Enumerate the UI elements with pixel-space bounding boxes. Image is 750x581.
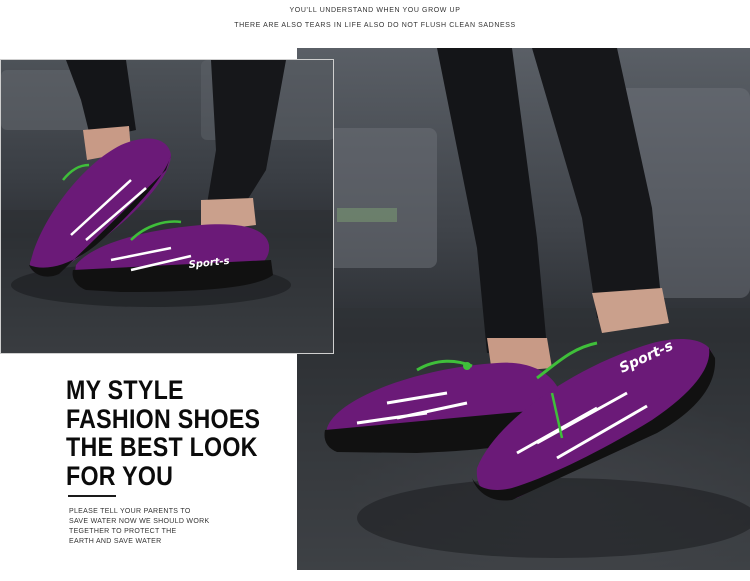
main-photo-illustration: Sport-s <box>297 48 750 570</box>
body-line: TEGETHER TO PROTECT THE <box>69 528 177 535</box>
headline-line: MY STYLE <box>66 375 184 405</box>
headline-divider <box>68 495 116 497</box>
headline-line: THE BEST LOOK <box>66 432 258 462</box>
body-line: SAVE WATER NOW WE SHOULD WORK <box>69 518 210 525</box>
body-copy: PLEASE TELL YOUR PARENTS TO SAVE WATER N… <box>69 507 269 547</box>
body-line: PLEASE TELL YOUR PARENTS TO <box>69 508 191 515</box>
tagline-sub: THERE ARE ALSO TEARS IN LIFE ALSO DO NOT… <box>234 22 516 29</box>
headline-line: FOR YOU <box>66 460 174 491</box>
inset-photo-illustration: Sport-s <box>1 60 333 353</box>
shadow <box>357 478 750 558</box>
tagline-top: YOU'LL UNDERSTAND WHEN YOU GROW UP <box>289 7 461 14</box>
leg-back <box>437 48 547 353</box>
inset-product-photo: Sport-s <box>0 59 334 354</box>
headline-line: FASHION SHOES <box>66 403 261 434</box>
main-product-photo: Sport-s <box>297 48 750 570</box>
body-line: EARTH AND SAVE WATER <box>69 538 162 545</box>
headline: MY STYLE FASHION SHOES THE BEST LOOK FOR… <box>66 375 261 491</box>
